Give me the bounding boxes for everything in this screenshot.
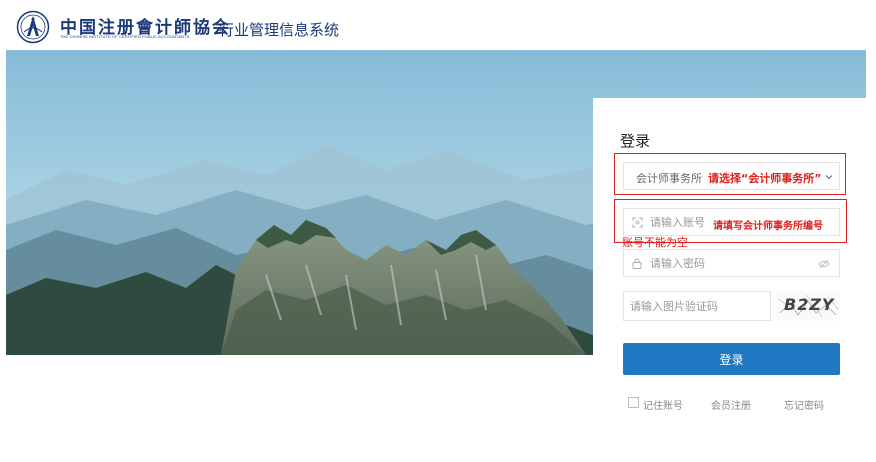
register-link[interactable]: 会员注册 xyxy=(711,397,751,412)
emblem-icon xyxy=(16,10,50,44)
account-field[interactable]: 请填写会计师事务所编号 xyxy=(623,208,840,236)
login-panel: 登录 会计师事务所 请选择“会计师事务所” 请填写会计师事务所编号 账号不能为空 xyxy=(593,98,867,426)
account-input[interactable] xyxy=(650,211,708,233)
forgot-password-link[interactable]: 忘记密码 xyxy=(784,397,824,412)
org-type-hint: 请选择“会计师事务所” xyxy=(708,172,822,185)
account-hint: 请填写会计师事务所编号 xyxy=(713,221,823,232)
remember-label: 记住账号 xyxy=(643,401,683,412)
scan-icon xyxy=(632,217,643,228)
system-name: 行业管理信息系统 xyxy=(219,21,340,39)
org-type-value: 会计师事务所 xyxy=(636,172,702,185)
lock-icon xyxy=(632,258,642,269)
captcha-field[interactable] xyxy=(623,291,771,321)
captcha-text: B2ZY xyxy=(784,295,835,314)
eye-off-icon[interactable] xyxy=(818,259,830,269)
org-type-select[interactable]: 会计师事务所 请选择“会计师事务所” xyxy=(623,162,840,190)
chevron-down-icon xyxy=(825,175,833,180)
header: 中国注册會计師協会 THE CHINESE INSTITUTE OF CERTI… xyxy=(0,0,876,50)
org-name-en: THE CHINESE INSTITUTE OF CERTIFIED PUBLI… xyxy=(60,34,190,39)
remember-checkbox[interactable] xyxy=(628,397,639,408)
login-button[interactable]: 登录 xyxy=(623,343,840,375)
captcha-image[interactable]: B2ZY xyxy=(776,291,840,321)
account-error-message: 账号不能为空 xyxy=(622,236,688,249)
captcha-input[interactable] xyxy=(630,296,764,316)
password-field[interactable] xyxy=(623,249,840,277)
login-title: 登录 xyxy=(620,132,651,150)
password-input[interactable] xyxy=(650,253,810,273)
